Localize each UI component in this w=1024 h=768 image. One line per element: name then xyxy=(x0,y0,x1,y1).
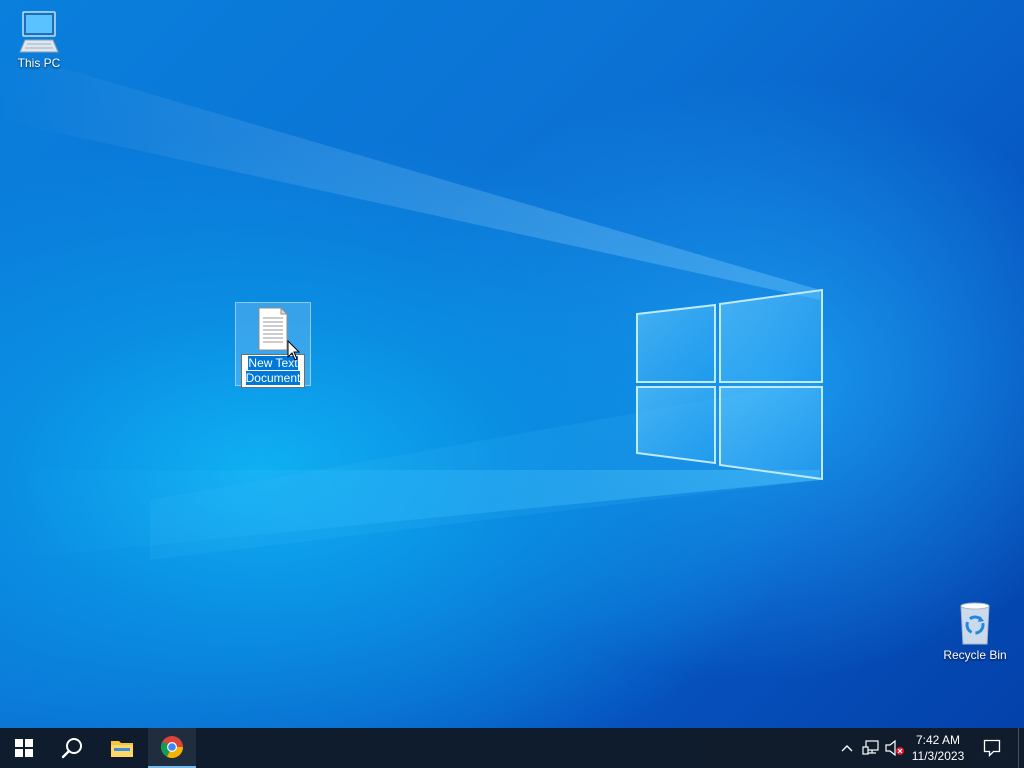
search-button[interactable] xyxy=(48,728,96,768)
file-explorer-button[interactable] xyxy=(98,728,146,768)
desktop-icon-label: This PC xyxy=(17,56,61,70)
clock-tray-button[interactable]: 7:42 AM 11/3/2023 xyxy=(906,728,970,768)
search-icon xyxy=(61,738,82,759)
desktop-icon-recycle-bin[interactable]: Recycle Bin xyxy=(937,600,1013,663)
desktop-icon-this-pc[interactable]: This PC xyxy=(1,8,77,71)
windows-logo-icon xyxy=(15,739,33,757)
desktop-icon-label: Recycle Bin xyxy=(943,648,1007,662)
folder-icon xyxy=(111,741,133,757)
clock-date: 11/3/2023 xyxy=(911,749,965,763)
text-document-icon xyxy=(258,306,289,351)
volume-tray-button[interactable] xyxy=(884,728,906,768)
recycle-bin-icon xyxy=(960,602,990,645)
network-icon xyxy=(862,740,879,755)
desktop[interactable]: This PC New Text Document Recycle Bin xyxy=(0,0,1024,728)
chevron-up-icon xyxy=(841,745,853,752)
notification-icon xyxy=(983,739,1001,757)
taskbar: 7:42 AM 11/3/2023 xyxy=(0,728,1024,768)
show-hidden-icons-button[interactable] xyxy=(836,728,858,768)
desktop-icon-new-text-document[interactable]: New Text Document xyxy=(235,302,311,388)
volume-muted-icon xyxy=(885,740,904,756)
rename-selected-text: New Text Document xyxy=(245,356,301,385)
chrome-taskbar-button[interactable] xyxy=(148,728,196,768)
network-tray-button[interactable] xyxy=(860,728,882,768)
chrome-icon xyxy=(161,736,183,759)
show-desktop-button[interactable] xyxy=(1018,728,1024,768)
computer-icon xyxy=(19,11,59,53)
rename-text-field[interactable]: New Text Document xyxy=(241,354,305,388)
windows-logo-wallpaper xyxy=(0,50,823,560)
start-button[interactable] xyxy=(0,728,48,768)
clock-time: 7:42 AM xyxy=(915,733,961,747)
action-center-button[interactable] xyxy=(978,728,1006,768)
